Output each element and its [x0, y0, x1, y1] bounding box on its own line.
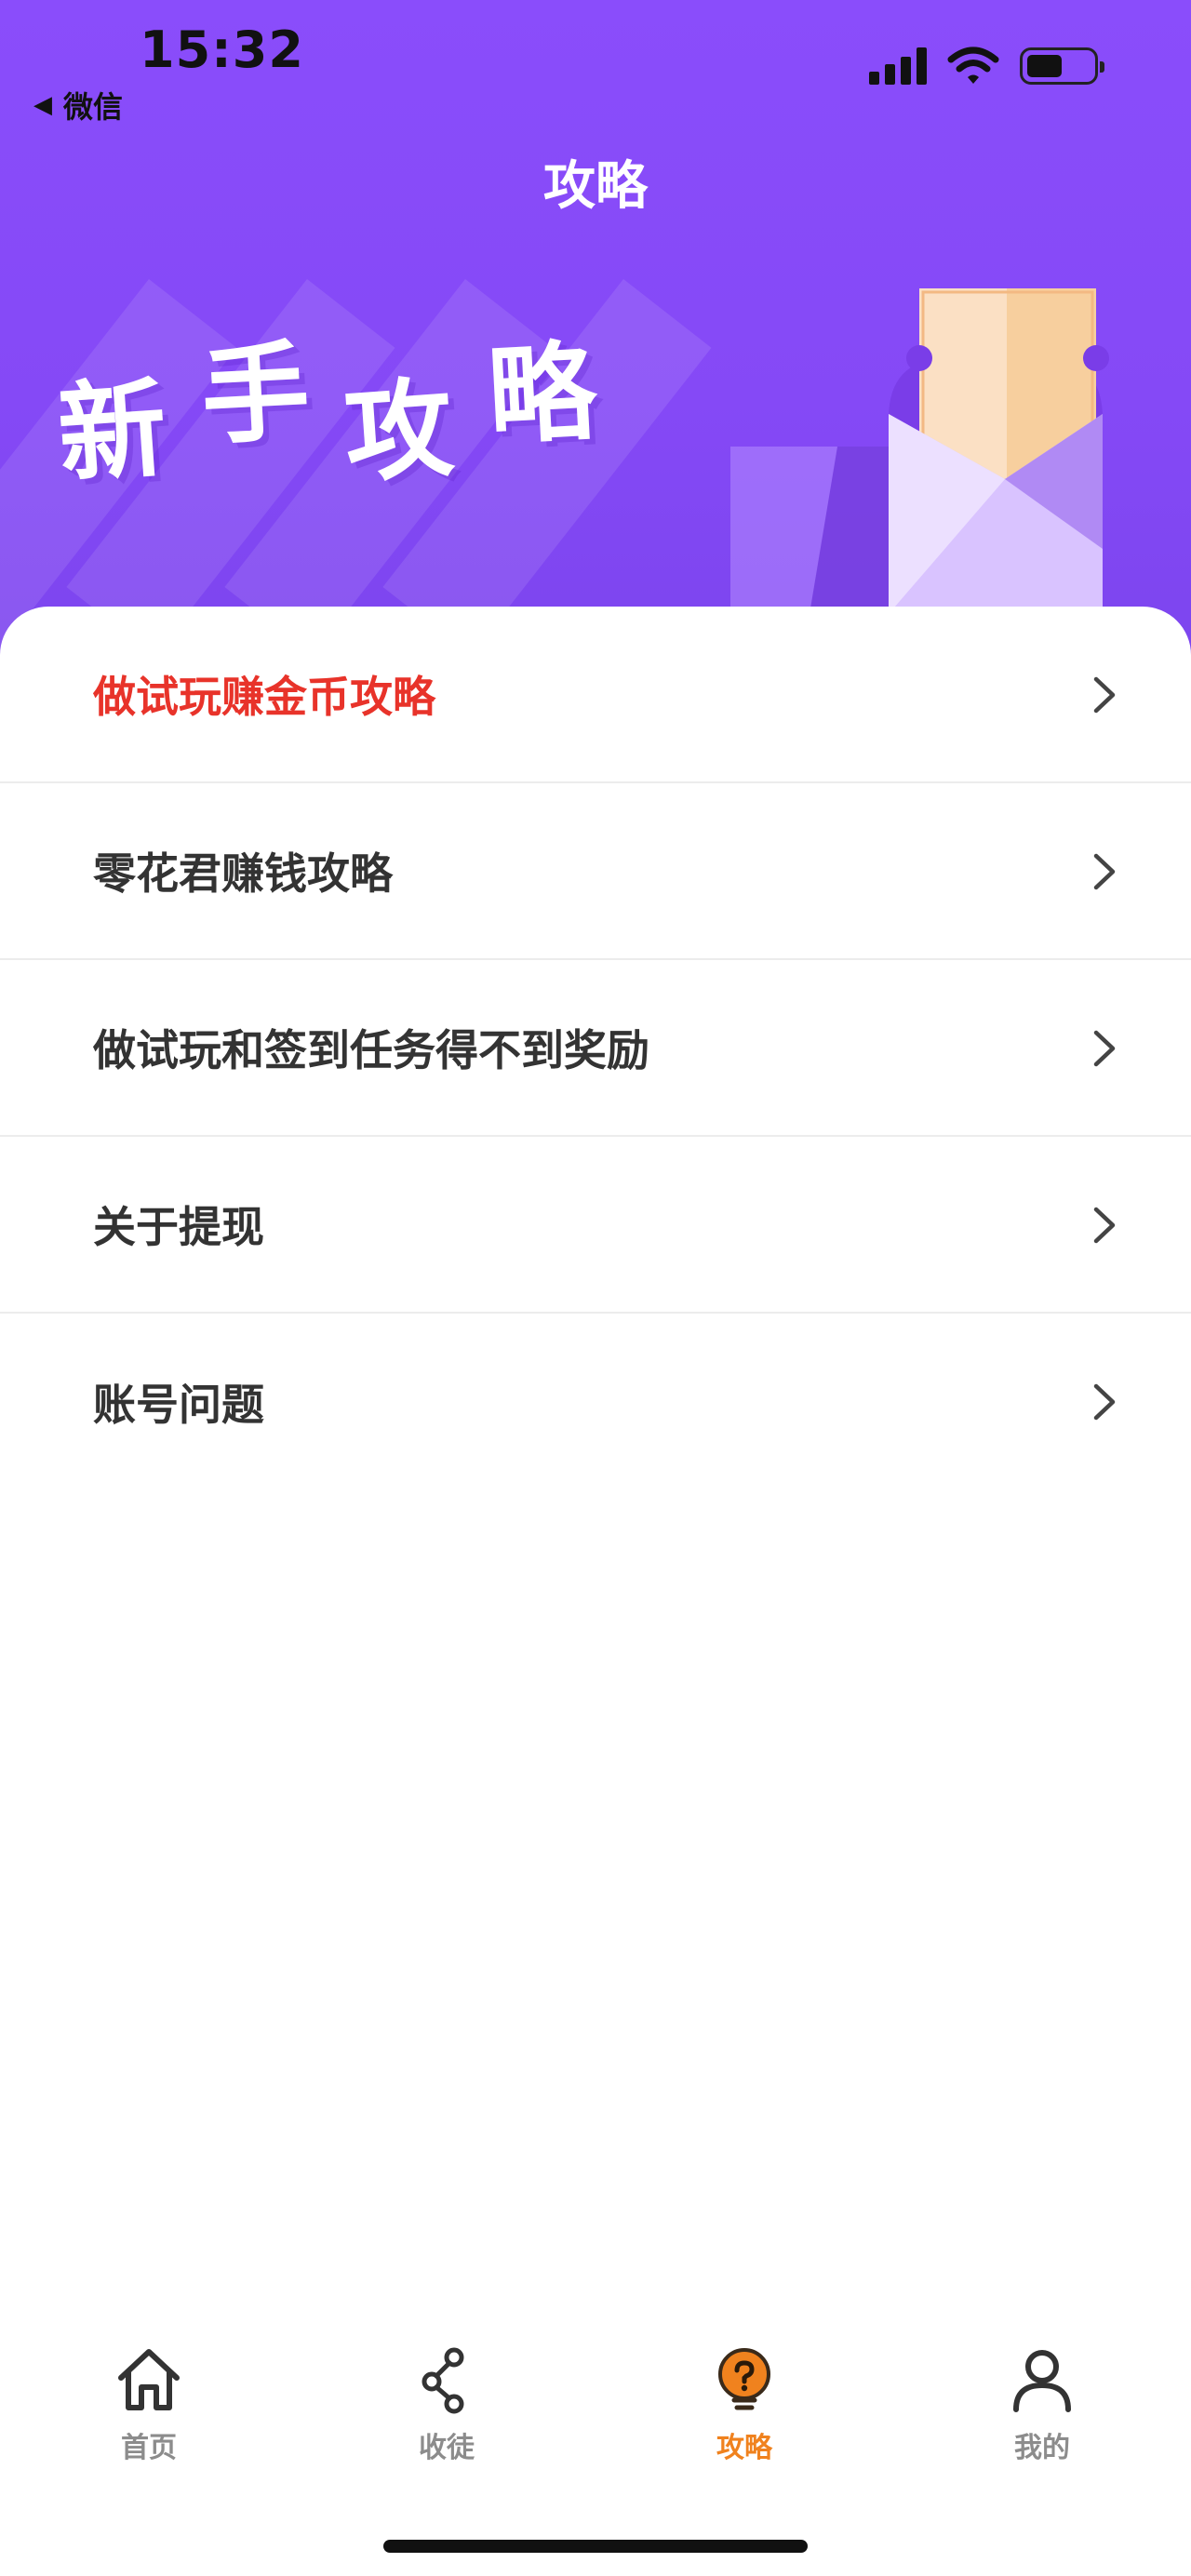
- list-item[interactable]: 零花君赚钱攻略: [0, 783, 1191, 960]
- list-item[interactable]: 做试玩和签到任务得不到奖励: [0, 960, 1191, 1137]
- envelope-ticket-illustration: [730, 288, 1109, 614]
- share-icon: [422, 2347, 464, 2414]
- banner-char: 手: [198, 329, 314, 460]
- tab-guide[interactable]: 攻略: [596, 2344, 893, 2484]
- list-item[interactable]: 账号问题: [0, 1314, 1191, 1490]
- tab-label: 收徒: [419, 2432, 475, 2464]
- tab-recruit[interactable]: 收徒: [298, 2344, 596, 2484]
- status-icons: [869, 47, 1104, 86]
- battery-icon: [1020, 47, 1104, 85]
- bottom-tab-bar: 首页 收徒 攻略 我的: [0, 2344, 1191, 2493]
- wifi-icon: [947, 47, 999, 84]
- tab-label: 首页: [121, 2432, 177, 2464]
- banner-char: 新: [54, 366, 171, 499]
- banner-char: 略: [485, 329, 600, 460]
- back-to-wechat-link[interactable]: ◀ 微信: [33, 84, 123, 127]
- list-item[interactable]: 做试玩赚金币攻略: [0, 607, 1191, 783]
- tab-label: 攻略: [716, 2432, 772, 2464]
- signal-icon: [869, 47, 927, 85]
- chevron-right-icon: [1093, 1030, 1116, 1067]
- list-item-label: 零花君赚钱攻略: [93, 848, 393, 899]
- back-link-label: 微信: [63, 89, 124, 125]
- chevron-right-icon: [1093, 853, 1116, 890]
- list-item[interactable]: 关于提现: [0, 1137, 1191, 1314]
- banner-title: 新 手 攻 略: [54, 316, 599, 499]
- page-title: 攻略: [543, 156, 648, 217]
- home-indicator: [383, 2540, 808, 2553]
- user-icon: [1013, 2350, 1071, 2412]
- tab-label: 我的: [1014, 2432, 1070, 2464]
- banner-char: 攻: [341, 366, 458, 499]
- chevron-right-icon: [1093, 1207, 1116, 1244]
- list-item-label: 做试玩和签到任务得不到奖励: [93, 1025, 649, 1075]
- help-bulb-icon: [718, 2348, 770, 2410]
- tab-home[interactable]: 首页: [0, 2344, 298, 2484]
- chevron-right-icon: [1093, 676, 1116, 714]
- home-icon: [118, 2349, 180, 2410]
- back-triangle-icon: ◀: [33, 91, 52, 119]
- guide-list: 做试玩赚金币攻略 零花君赚钱攻略 做试玩和签到任务得不到奖励 关于提现 账号问题: [0, 607, 1191, 2281]
- list-item-label: 做试玩赚金币攻略: [93, 672, 435, 722]
- header-banner: 15:32 ◀ 微信 攻略 新 手 攻 略: [0, 0, 1191, 670]
- list-item-label: 关于提现: [93, 1202, 264, 1252]
- status-time: 15:32: [140, 20, 304, 79]
- chevron-right-icon: [1093, 1383, 1116, 1421]
- tab-mine[interactable]: 我的: [893, 2344, 1191, 2484]
- list-item-label: 账号问题: [93, 1380, 264, 1430]
